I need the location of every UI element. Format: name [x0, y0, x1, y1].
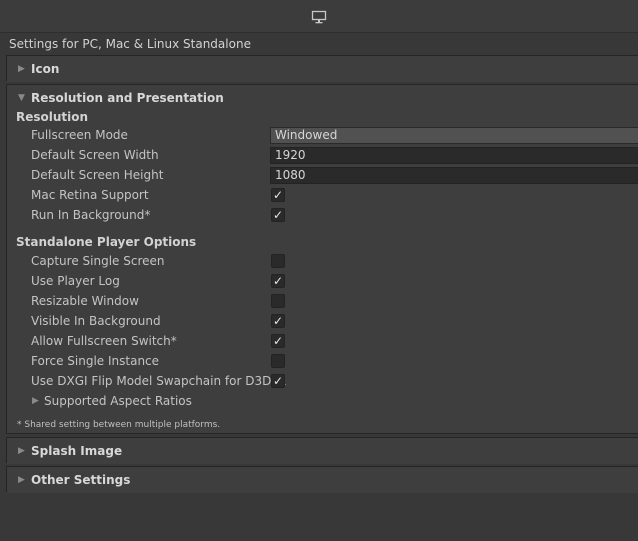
- supported-aspect-ratios-label: Supported Aspect Ratios: [44, 394, 192, 408]
- default-width-label: Default Screen Width: [31, 148, 159, 162]
- resizable-window-row: Resizable Window: [7, 291, 638, 311]
- resolution-section-header[interactable]: ▼ Resolution and Presentation: [7, 85, 638, 111]
- section-title-other: Other Settings: [31, 473, 131, 487]
- use-player-log-checkbox[interactable]: ✓: [271, 274, 285, 288]
- visible-in-background-checkbox[interactable]: ✓: [271, 314, 285, 328]
- monitor-icon: [311, 10, 327, 24]
- dxgi-flip-model-row: Use DXGI Flip Model Swapchain for D3D11 …: [7, 371, 638, 391]
- capture-single-screen-row: Capture Single Screen: [7, 251, 638, 271]
- other-section-header[interactable]: ▶ Other Settings: [7, 467, 638, 493]
- checkmark-icon: ✓: [272, 314, 284, 328]
- fullscreen-mode-row: Fullscreen Mode Windowed: [7, 125, 638, 145]
- section-title-splash: Splash Image: [31, 444, 123, 458]
- default-width-field[interactable]: 1920: [270, 147, 638, 164]
- settings-for-label: Settings for PC, Mac & Linux Standalone: [9, 37, 251, 51]
- dxgi-flip-model-label: Use DXGI Flip Model Swapchain for D3D11: [31, 374, 287, 388]
- fullscreen-mode-label: Fullscreen Mode: [31, 128, 128, 142]
- checkmark-icon: ✓: [272, 334, 284, 348]
- fullscreen-mode-dropdown[interactable]: Windowed: [270, 127, 638, 144]
- section-title-icon: Icon: [31, 62, 60, 76]
- icon-section-header[interactable]: ▶ Icon: [7, 56, 638, 82]
- dxgi-flip-model-checkbox[interactable]: ✓: [271, 374, 285, 388]
- force-single-instance-checkbox[interactable]: [271, 354, 285, 368]
- checkmark-icon: ✓: [272, 208, 284, 222]
- shared-setting-footnote: * Shared setting between multiple platfo…: [17, 420, 221, 430]
- visible-in-background-row: Visible In Background ✓: [7, 311, 638, 331]
- capture-single-screen-label: Capture Single Screen: [31, 254, 165, 268]
- default-height-label: Default Screen Height: [31, 168, 164, 182]
- platform-tab-bar: [0, 0, 638, 33]
- other-section: ▶ Other Settings: [6, 466, 638, 493]
- allow-fullscreen-switch-checkbox[interactable]: ✓: [271, 334, 285, 348]
- platform-tab-standalone[interactable]: [0, 2, 638, 32]
- capture-single-screen-checkbox[interactable]: [271, 254, 285, 268]
- run-in-background-checkbox[interactable]: ✓: [271, 208, 285, 222]
- splash-section-header[interactable]: ▶ Splash Image: [7, 438, 638, 464]
- chevron-down-icon: ▼: [18, 93, 25, 103]
- visible-in-background-label: Visible In Background: [31, 314, 161, 328]
- force-single-instance-label: Force Single Instance: [31, 354, 160, 368]
- default-height-row: Default Screen Height 1080: [7, 165, 638, 185]
- splash-section: ▶ Splash Image: [6, 437, 638, 464]
- chevron-right-icon: ▶: [18, 446, 25, 456]
- checkmark-icon: ✓: [272, 274, 284, 288]
- allow-fullscreen-switch-row: Allow Fullscreen Switch* ✓: [7, 331, 638, 351]
- default-height-field[interactable]: 1080: [270, 167, 638, 184]
- allow-fullscreen-switch-label: Allow Fullscreen Switch*: [31, 334, 177, 348]
- mac-retina-label: Mac Retina Support: [31, 188, 149, 202]
- section-title-resolution: Resolution and Presentation: [31, 91, 224, 105]
- checkmark-icon: ✓: [272, 188, 284, 202]
- checkmark-icon: ✓: [272, 374, 284, 388]
- mac-retina-checkbox[interactable]: ✓: [271, 188, 285, 202]
- default-width-row: Default Screen Width 1920: [7, 145, 638, 165]
- resizable-window-checkbox[interactable]: [271, 294, 285, 308]
- standalone-options-header: Standalone Player Options: [16, 235, 197, 249]
- run-in-background-row: Run In Background* ✓: [7, 205, 638, 225]
- resolution-header: Resolution: [16, 110, 89, 124]
- icon-section: ▶ Icon: [6, 55, 638, 82]
- supported-aspect-ratios-row[interactable]: ▶ Supported Aspect Ratios: [7, 391, 638, 411]
- use-player-log-label: Use Player Log: [31, 274, 120, 288]
- use-player-log-row: Use Player Log ✓: [7, 271, 638, 291]
- resizable-window-label: Resizable Window: [31, 294, 139, 308]
- chevron-right-icon: ▶: [18, 64, 25, 74]
- force-single-instance-row: Force Single Instance: [7, 351, 638, 371]
- chevron-right-icon: ▶: [18, 475, 25, 485]
- run-in-background-label: Run In Background*: [31, 208, 151, 222]
- resolution-section: ▼ Resolution and Presentation Resolution…: [6, 84, 638, 434]
- mac-retina-row: Mac Retina Support ✓: [7, 185, 638, 205]
